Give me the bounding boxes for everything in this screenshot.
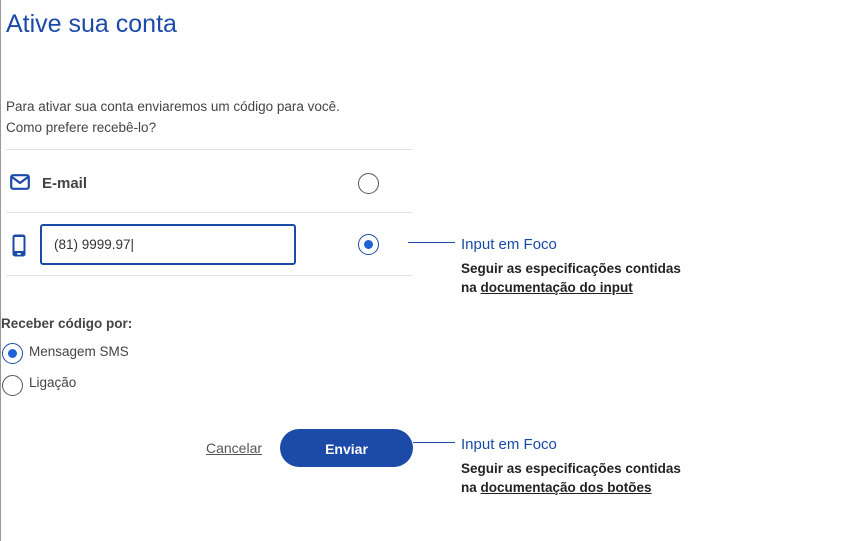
mobile-phone-icon (12, 234, 26, 262)
annotation-prefix: na (461, 480, 481, 495)
phone-radio[interactable] (358, 234, 379, 255)
annotation-text-line: na documentação do input (461, 278, 681, 297)
annotation-text-line: na documentação dos botões (461, 478, 681, 497)
email-radio[interactable] (358, 173, 379, 194)
send-button[interactable]: Enviar (280, 429, 413, 467)
annotation-text-line: Seguir as especificações contidas (461, 461, 681, 476)
page-title: Ative sua conta (6, 10, 177, 38)
annotation-title: Input em Foco (461, 436, 557, 453)
intro-line-1: Para ativar sua conta enviaremos um códi… (6, 99, 340, 114)
divider (6, 212, 413, 213)
call-radio[interactable] (2, 375, 23, 396)
left-border (0, 0, 1, 541)
intro-line-2: Como prefere recebê-lo? (6, 120, 157, 135)
divider (6, 275, 413, 276)
buttons-docs-link[interactable]: documentação dos botões (481, 480, 652, 495)
call-option-label: Ligação (29, 375, 77, 390)
envelope-icon (10, 174, 30, 195)
annotation-connector (413, 442, 455, 443)
input-docs-link[interactable]: documentação do input (481, 280, 633, 295)
divider (6, 149, 413, 150)
intro-text: Para ativar sua conta enviaremos um códi… (6, 96, 340, 138)
sms-radio[interactable] (2, 343, 23, 364)
annotation-text: Seguir as especificações contidas na doc… (461, 459, 681, 497)
annotation-text: Seguir as especificações contidas na doc… (461, 259, 681, 297)
annotation-title: Input em Foco (461, 236, 557, 253)
phone-number-input[interactable] (40, 224, 296, 265)
sms-option-label: Mensagem SMS (29, 344, 129, 359)
email-option-label: E-mail (42, 175, 88, 192)
annotation-connector (408, 242, 455, 243)
cancel-link[interactable]: Cancelar (206, 440, 262, 456)
annotation-prefix: na (461, 280, 481, 295)
receive-via-label: Receber código por: (1, 316, 133, 331)
annotation-text-line: Seguir as especificações contidas (461, 261, 681, 276)
